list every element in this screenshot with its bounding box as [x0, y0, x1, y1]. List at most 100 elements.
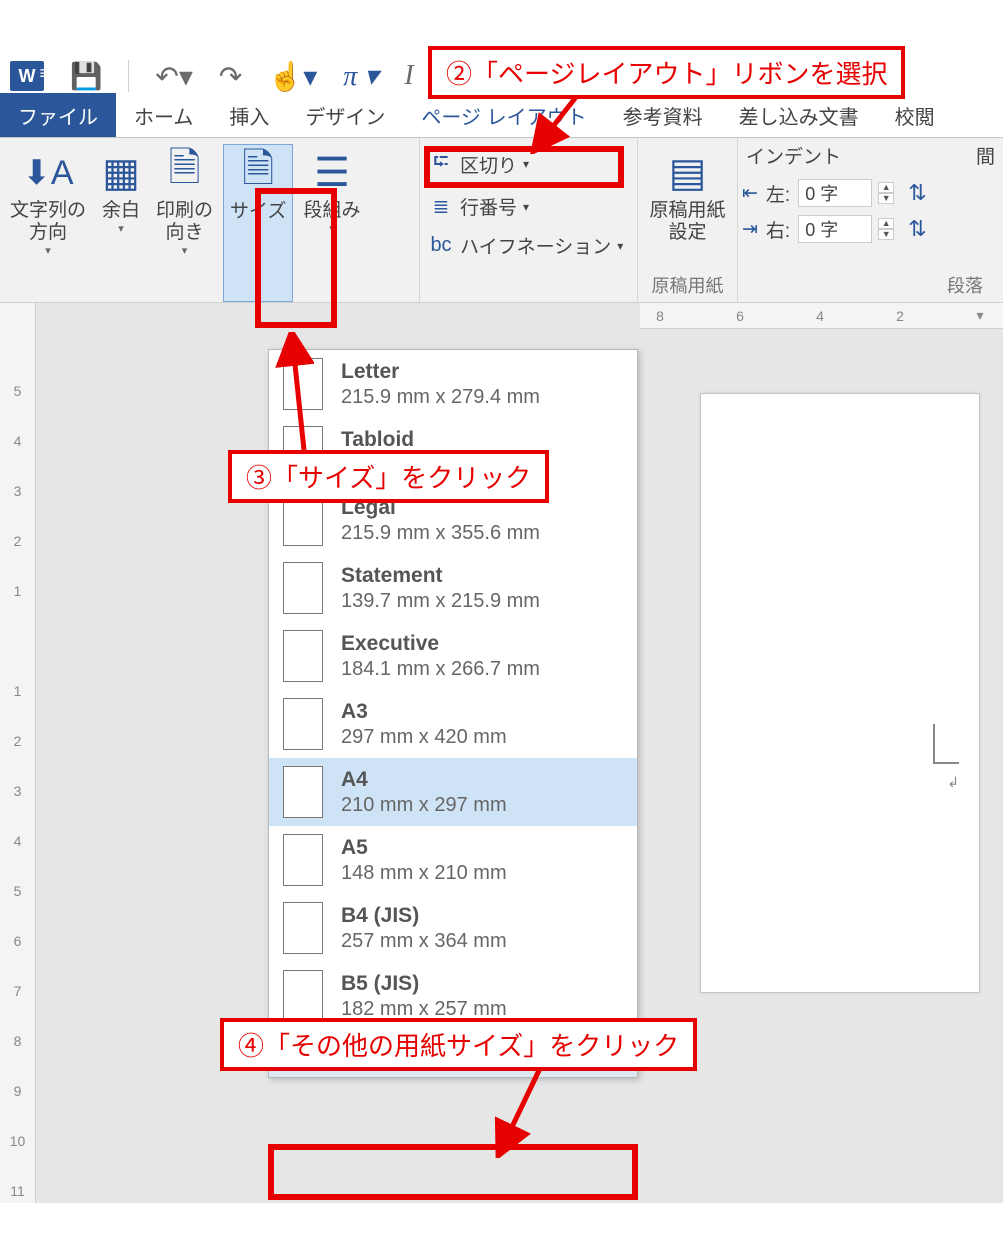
indent-right-value[interactable]: 0 字: [798, 215, 872, 243]
page-thumb-icon: [283, 698, 323, 750]
indent-right-label: 右:: [766, 216, 790, 243]
spacing-after-icon: ⇅: [908, 216, 926, 242]
ruler-tick: 9: [0, 1083, 35, 1099]
ruler-tick: 5: [0, 883, 35, 899]
indent-left-label: 左:: [766, 180, 790, 207]
size-option-dimensions: 215.9 mm x 279.4 mm: [341, 386, 540, 409]
italic-icon[interactable]: I: [404, 60, 413, 92]
size-option-dimensions: 148 mm x 210 mm: [341, 862, 507, 885]
size-option-executive[interactable]: Executive184.1 mm x 266.7 mm: [269, 622, 637, 690]
size-label: サイズ: [230, 201, 286, 223]
size-option-name: B4 (JIS): [341, 904, 507, 928]
size-option-dimensions: 184.1 mm x 266.7 mm: [341, 658, 540, 681]
size-option-name: A3: [341, 700, 507, 724]
ruler-tick: 8: [0, 1033, 35, 1049]
size-option-b4-jis-[interactable]: B4 (JIS)257 mm x 364 mm: [269, 894, 637, 962]
text-direction-button[interactable]: ⬇A 文字列の 方向: [4, 144, 92, 302]
page-thumb-icon: [283, 562, 323, 614]
margins-label: 余白: [102, 200, 140, 222]
indent-left-spinner[interactable]: ▲▼: [878, 182, 894, 204]
size-option-letter[interactable]: Letter215.9 mm x 279.4 mm: [269, 350, 637, 418]
ruler-tick: 11: [0, 1183, 35, 1199]
touch-mode-icon[interactable]: ☝▾: [268, 60, 317, 93]
breaks-label: 区切り: [460, 151, 517, 178]
hyphenation-icon: bc: [428, 234, 454, 257]
page-thumb-icon: [283, 834, 323, 886]
ruler-tick: 10: [0, 1133, 35, 1149]
orientation-button[interactable]: 🗎 印刷の 向き: [150, 144, 219, 302]
ruler-tick: 2: [0, 733, 35, 749]
ruler-tick: 4: [0, 833, 35, 849]
tab-page-layout[interactable]: ページ レイアウト: [403, 93, 604, 137]
indent-title: インデント: [738, 138, 849, 173]
crop-mark-icon: [933, 724, 959, 764]
indent-right-spinner[interactable]: ▲▼: [878, 218, 894, 240]
undo-icon[interactable]: ↶▾: [155, 60, 193, 93]
ribbon-tabs: ファイル ホーム 挿入 デザイン ページ レイアウト 参考資料 差し込み文書 校…: [0, 100, 1003, 138]
columns-icon: ☰: [314, 148, 350, 198]
indent-left-icon: ⇤: [742, 182, 758, 205]
manuscript-icon: ▤: [669, 148, 707, 198]
text-direction-label: 文字列の 方向: [10, 200, 86, 244]
size-option-name: A4: [341, 768, 507, 792]
page-thumb-icon: [283, 358, 323, 410]
ruler-tick: 2: [880, 308, 920, 324]
save-icon[interactable]: 💾: [70, 61, 102, 92]
indent-marker-icon[interactable]: ▾: [960, 307, 1000, 324]
spacing-before-icon: ⇅: [908, 180, 926, 206]
breaks-icon: ⮓: [428, 147, 454, 181]
ruler-tick: 3: [0, 483, 35, 499]
ruler-tick: 2: [0, 533, 35, 549]
tab-design[interactable]: デザイン: [287, 93, 403, 137]
annotation-step3: ③「サイズ」をクリック: [228, 450, 549, 503]
size-option-a5[interactable]: A5148 mm x 210 mm: [269, 826, 637, 894]
manuscript-button[interactable]: ▤ 原稿用紙 設定: [643, 144, 731, 270]
size-option-statement[interactable]: Statement139.7 mm x 215.9 mm: [269, 554, 637, 622]
size-button[interactable]: 🗎 サイズ: [223, 144, 293, 302]
line-numbers-icon: ≣: [428, 194, 454, 219]
indent-right-icon: ⇥: [742, 218, 758, 241]
page-thumb-icon: [283, 970, 323, 1022]
columns-button[interactable]: ☰ 段組み: [297, 144, 366, 302]
orientation-label: 印刷の 向き: [156, 200, 213, 244]
vertical-ruler: 543211234567891011: [0, 303, 36, 1203]
size-option-name: Tabloid: [341, 428, 540, 452]
ruler-tick: 4: [800, 308, 840, 324]
size-option-name: A5: [341, 836, 507, 860]
hyphenation-button[interactable]: bc ハイフネーション▾: [424, 229, 633, 262]
margins-button[interactable]: ▦ 余白: [96, 144, 146, 302]
line-numbers-label: 行番号: [460, 193, 517, 220]
size-option-a4[interactable]: A4210 mm x 297 mm: [269, 758, 637, 826]
annotation-step4: ④「その他の用紙サイズ」をクリック: [220, 1018, 697, 1071]
page-thumb-icon: [283, 902, 323, 954]
ruler-tick: 6: [0, 933, 35, 949]
indent-left-value[interactable]: 0 字: [798, 179, 872, 207]
size-icon: 🗎: [242, 149, 274, 199]
word-logo-icon: W: [10, 61, 44, 91]
size-option-dimensions: 297 mm x 420 mm: [341, 726, 507, 749]
tab-review[interactable]: 校閲: [877, 93, 953, 137]
ribbon: ⬇A 文字列の 方向 ▦ 余白 🗎 印刷の 向き 🗎 サイズ ☰ 段組み: [0, 138, 1003, 303]
hyphenation-label: ハイフネーション: [460, 232, 611, 259]
line-numbers-button[interactable]: ≣ 行番号▾: [424, 190, 633, 223]
equation-icon[interactable]: π ▾: [343, 59, 378, 93]
size-option-a3[interactable]: A3297 mm x 420 mm: [269, 690, 637, 758]
breaks-button[interactable]: ⮓ 区切り▾: [424, 144, 633, 184]
tab-file[interactable]: ファイル: [0, 93, 116, 137]
size-option-name: Statement: [341, 564, 540, 588]
text-direction-icon: ⬇A: [22, 148, 73, 198]
spacing-title: 間: [968, 138, 1003, 173]
annotation-step2: ②「ページレイアウト」リボンを選択: [428, 46, 905, 99]
page-thumb-icon: [283, 766, 323, 818]
tab-home[interactable]: ホーム: [116, 93, 211, 137]
ruler-tick: 1: [0, 683, 35, 699]
size-option-name: Letter: [341, 360, 540, 384]
tab-insert[interactable]: 挿入: [211, 93, 287, 137]
divider: [128, 60, 129, 92]
ruler-tick: 7: [0, 983, 35, 999]
document-page: ↲: [700, 393, 980, 993]
ruler-tick: 8: [640, 308, 680, 324]
redo-icon[interactable]: ↷: [219, 60, 242, 93]
tab-references[interactable]: 参考資料: [605, 93, 721, 137]
tab-mailings[interactable]: 差し込み文書: [721, 93, 877, 137]
